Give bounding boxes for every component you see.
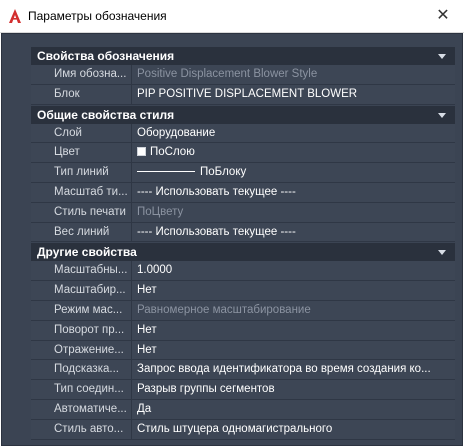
property-value-text: Positive Displacement Blower Style (137, 68, 318, 80)
property-value-text: Разрыв группы сегментов (137, 383, 275, 396)
property-value[interactable]: Оборудование (132, 123, 455, 143)
property-grid: Свойства обозначения Имя обозна... Positiv… (31, 46, 455, 440)
collapse-arrow-icon[interactable] (438, 54, 446, 59)
close-button[interactable]: ✕ (432, 5, 454, 27)
property-value[interactable]: ПоСлою (132, 143, 455, 163)
property-value-text: Нет (137, 343, 157, 356)
collapse-arrow-icon[interactable] (438, 250, 446, 256)
section-header[interactable]: Другие свойства (31, 242, 455, 262)
property-value-text: Нет (137, 284, 157, 297)
property-name: Масштаб ти... (31, 182, 132, 202)
property-name: Тип соедин... (31, 380, 132, 399)
property-value-text: ---- Использовать текущее ---- (137, 185, 296, 198)
property-value[interactable]: Нет (132, 320, 455, 340)
property-value-text: Нет (137, 323, 157, 336)
property-row[interactable]: Блок PIP POSITIVE DISPLACEMENT BLOWER (31, 84, 455, 105)
property-value-text: Оборудование (137, 126, 216, 139)
property-row[interactable]: Масштабир... Нет (31, 281, 455, 301)
property-value-text: Да (137, 402, 152, 415)
property-value[interactable]: ---- Использовать текущее ---- (132, 182, 455, 202)
collapse-arrow-icon[interactable] (438, 112, 446, 118)
property-value-text: Равномерное масштабирование (137, 303, 311, 316)
property-name: Подсказка... (31, 360, 132, 380)
property-row[interactable]: Режим мас... Равномерное масштабирование (31, 300, 455, 321)
property-name: Цвет (31, 143, 132, 163)
title-bar: Параметры обозначения ✕ (0, 0, 464, 33)
property-value-text: Запрос ввода идентификатора во время соз… (137, 363, 431, 376)
property-value-text: 1.0000 (137, 264, 173, 277)
property-row[interactable]: Масштаб ти... ---- Использовать текущее -… (31, 182, 455, 203)
property-value-text: ПоБлоку (200, 166, 247, 179)
property-name: Масштабны... (31, 261, 132, 281)
property-row[interactable]: Слой Оборудование (31, 123, 455, 144)
property-row[interactable]: Масштабны... 1.0000 (31, 261, 455, 282)
property-value-text: PIP POSITIVE DISPLACEMENT BLOWER (137, 87, 358, 100)
property-row[interactable]: Автоматиче... Да (31, 399, 455, 420)
property-name: Блок (31, 84, 132, 104)
property-row[interactable]: Стиль авто... Стиль штуцера одномагистрал… (31, 419, 455, 440)
property-value-text: ПоСлою (150, 146, 195, 159)
color-swatch-icon (137, 147, 146, 157)
property-row[interactable]: Поворот пр... Нет (31, 320, 455, 341)
property-value[interactable]: Нет (132, 340, 455, 360)
property-value[interactable]: Нет (132, 281, 455, 300)
property-value[interactable]: ПоЦвету (132, 202, 455, 222)
property-name: Стиль авто... (31, 419, 132, 439)
property-value[interactable]: Равномерное масштабирование (132, 300, 455, 320)
property-value[interactable]: ПоБлоку (132, 163, 455, 182)
property-row[interactable]: Подсказка... Запрос ввода идентификатора … (31, 360, 455, 381)
property-name: Отражение... (31, 340, 132, 360)
property-value[interactable]: Да (132, 399, 455, 419)
section-header[interactable]: Общие свойства стиля (31, 104, 455, 124)
section-header-label: Общие свойства стиля (37, 107, 175, 122)
section-header-label: Свойства обозначения (37, 49, 175, 63)
property-value[interactable]: PIP POSITIVE DISPLACEMENT BLOWER (132, 84, 455, 104)
property-row[interactable]: Тип соедин... Разрыв группы сегментов (31, 380, 455, 400)
linetype-sample-icon (137, 171, 195, 173)
property-row[interactable]: Вес линий ---- Использовать текущее ---- (31, 222, 455, 243)
dialog-client-area: Свойства обозначения Имя обозна... Positiv… (1, 33, 463, 446)
property-name: Стиль печати (31, 202, 132, 222)
section-header-label: Другие свойства (37, 245, 137, 260)
property-name: Слой (31, 123, 132, 143)
property-name: Поворот пр... (31, 320, 132, 340)
property-value[interactable]: Разрыв группы сегментов (132, 380, 455, 399)
section-header[interactable]: Свойства обозначения (31, 46, 455, 65)
property-value[interactable]: 1.0000 (132, 261, 455, 281)
property-value-text: Стиль штуцера одномагистрального (137, 422, 333, 435)
property-name: Тип линий (31, 163, 132, 182)
property-value[interactable]: Стиль штуцера одномагистрального (132, 419, 455, 439)
property-value-text: ПоЦвету (137, 205, 184, 218)
property-row[interactable]: Отражение... Нет (31, 340, 455, 361)
property-value[interactable]: ---- Использовать текущее ---- (132, 222, 455, 242)
close-icon: ✕ (436, 7, 450, 24)
property-name: Масштабир... (31, 281, 132, 300)
autocad-logo-icon (9, 9, 21, 23)
property-row[interactable]: Цвет ПоСлою (31, 143, 455, 164)
property-row[interactable]: Стиль печати ПоЦвету (31, 202, 455, 223)
property-name: Имя обозна... (31, 65, 132, 84)
property-name: Вес линий (31, 222, 132, 242)
property-name: Режим мас... (31, 300, 132, 320)
property-value[interactable]: Запрос ввода идентификатора во время соз… (132, 360, 455, 380)
property-row[interactable]: Имя обозна... Positive Displacement Blowe… (31, 65, 455, 85)
property-value[interactable]: Positive Displacement Blower Style (132, 65, 455, 84)
window-title: Параметры обозначения (28, 9, 167, 23)
property-row[interactable]: Тип линий ПоБлоку (31, 163, 455, 183)
property-name: Автоматиче... (31, 399, 132, 419)
property-value-text: ---- Использовать текущее ---- (137, 225, 296, 238)
